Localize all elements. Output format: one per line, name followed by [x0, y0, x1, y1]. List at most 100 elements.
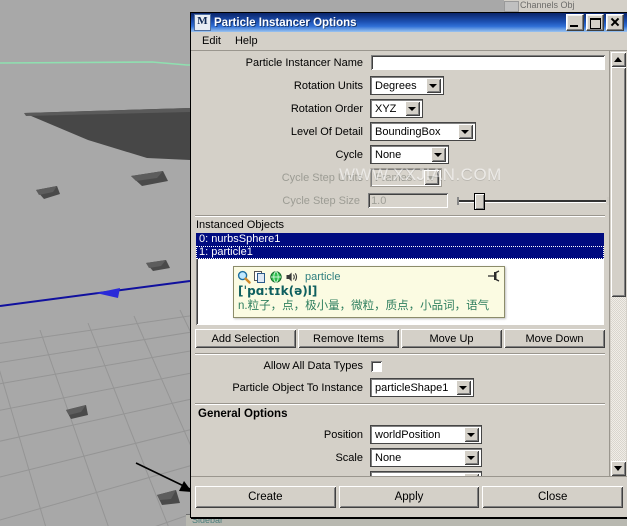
label-allow-all-data-types: Allow All Data Types — [263, 360, 363, 372]
row-rotation-units: Rotation Units Degrees — [191, 74, 609, 97]
separator — [195, 353, 605, 354]
instanced-objects-label: Instanced Objects — [196, 219, 285, 231]
add-selection-button[interactable]: Add Selection — [195, 329, 296, 348]
chevron-down-icon[interactable] — [456, 380, 471, 395]
chevron-down-icon[interactable] — [426, 78, 441, 93]
position-dropdown[interactable]: worldPosition — [370, 425, 482, 444]
cycle-step-units-value: Frames — [375, 171, 413, 184]
scroll-down-button[interactable] — [611, 461, 626, 476]
level-of-detail-dropdown[interactable]: BoundingBox — [370, 122, 476, 141]
label-cycle-step-size: Cycle Step Size — [282, 194, 361, 207]
position-value: worldPosition — [375, 428, 441, 441]
separator — [195, 403, 605, 404]
maximize-button[interactable] — [586, 14, 604, 31]
chevron-down-icon[interactable] — [431, 147, 446, 162]
allow-all-data-types-checkbox[interactable] — [370, 359, 383, 373]
move-down-button[interactable]: Move Down — [504, 329, 605, 348]
move-up-button[interactable]: Move Up — [401, 329, 502, 348]
scale-dropdown[interactable]: None — [370, 448, 482, 467]
particle-object-to-instance-dropdown[interactable]: particleShape1 — [370, 378, 474, 397]
copy-icon[interactable] — [253, 270, 267, 284]
dictionary-phonetic: [ˈpɑːtɪk(ə)l] — [238, 284, 318, 298]
menu-help[interactable]: Help — [228, 34, 265, 48]
remove-items-button[interactable]: Remove Items — [298, 329, 399, 348]
scrollbar-thumb[interactable] — [611, 67, 626, 297]
rotation-units-dropdown[interactable]: Degrees — [370, 76, 444, 95]
screen: Channels Obj Sidebar M Particle Instance… — [0, 0, 627, 526]
pin-icon[interactable] — [487, 270, 500, 282]
dialog-title: Particle Instancer Options — [214, 16, 357, 29]
particle-instancer-options-dialog: M Particle Instancer Options Edit Help P… — [190, 12, 627, 518]
row-level-of-detail: Level Of Detail BoundingBox — [191, 120, 609, 143]
rotation-units-value: Degrees — [375, 79, 417, 92]
level-of-detail-value: BoundingBox — [375, 125, 441, 138]
label-position: Position — [323, 428, 363, 441]
window-controls — [566, 14, 625, 31]
row-cycle-step-units: Cycle Step Units Frames — [191, 166, 609, 189]
row-allow-all-data-types: Allow All Data Types — [191, 356, 609, 376]
dictionary-popup-header: particle — [237, 269, 501, 284]
row-cycle-step-size: Cycle Step Size 1.0 — [191, 189, 609, 212]
row-rotation-order: Rotation Order XYZ — [191, 97, 609, 120]
cycle-step-units-dropdown: Frames — [370, 168, 442, 187]
dictionary-popup[interactable]: particle [ˈpɑːtɪk(ə)l] n.粒子，点，极小量，微粒，质点，… — [233, 266, 505, 318]
globe-icon[interactable] — [269, 270, 283, 284]
dialog-menubar: Edit Help — [191, 32, 627, 51]
cycle-step-size-input: 1.0 — [367, 192, 449, 209]
row-particle-object-to-instance: Particle Object To Instance particleShap… — [191, 376, 609, 399]
list-action-buttons: Add Selection Remove Items Move Up Move … — [195, 329, 605, 348]
chevron-down-icon[interactable] — [464, 450, 479, 465]
top-panel-label: Channels Obj — [520, 0, 575, 10]
label-cycle-step-units: Cycle Step Units — [281, 171, 363, 184]
label-cycle: Cycle — [335, 148, 363, 161]
close-icon[interactable] — [606, 14, 624, 31]
cycle-step-size-slider — [456, 191, 609, 210]
particle-object-to-instance-value: particleShape1 — [375, 381, 449, 394]
minimize-button[interactable] — [566, 14, 584, 31]
chevron-down-icon[interactable] — [405, 101, 420, 116]
dialog-scroll-content: Particle Instancer Name Rotation Units D… — [191, 51, 609, 477]
dialog-footer: Create Apply Close — [191, 476, 627, 517]
slider-min-tick — [456, 197, 459, 205]
scrollbar-track[interactable] — [611, 67, 626, 461]
dialog-scrollbar[interactable] — [609, 51, 627, 477]
rotation-order-value: XYZ — [375, 102, 397, 115]
dictionary-word: particle — [305, 270, 341, 283]
dialog-titlebar[interactable]: M Particle Instancer Options — [191, 13, 627, 32]
row-position: Position worldPosition — [191, 423, 609, 446]
list-item[interactable]: 0: nurbsSphere1 — [196, 233, 604, 246]
label-particle-object-to-instance: Particle Object To Instance — [232, 381, 363, 394]
rotation-order-dropdown[interactable]: XYZ — [370, 99, 423, 118]
label-level-of-detail: Level Of Detail — [290, 125, 363, 138]
magnifier-icon[interactable] — [237, 270, 251, 284]
panel-tab-box — [504, 1, 519, 12]
scroll-up-button[interactable] — [611, 52, 626, 67]
dictionary-definition: n.粒子，点，极小量，微粒，质点，小品词，语气 — [238, 300, 490, 312]
label-rotation-order: Rotation Order — [290, 102, 363, 115]
slider-thumb — [473, 193, 485, 210]
separator — [195, 215, 605, 216]
row-scale: Scale None — [191, 446, 609, 469]
speaker-icon[interactable] — [285, 270, 299, 284]
row-cycle: Cycle None — [191, 143, 609, 166]
apply-button[interactable]: Apply — [338, 486, 480, 508]
scale-value: None — [375, 451, 402, 464]
cycle-dropdown[interactable]: None — [370, 145, 449, 164]
label-scale: Scale — [335, 451, 363, 464]
general-options-title: General Options — [198, 408, 288, 420]
row-particle-instancer-name: Particle Instancer Name — [191, 51, 609, 74]
chevron-down-icon — [424, 170, 439, 185]
maya-app-icon: M — [194, 14, 211, 31]
chevron-down-icon[interactable] — [464, 427, 479, 442]
instanced-objects-list[interactable]: 0: nurbsSphere1 1: particle1 particle [ˈ… — [195, 232, 605, 326]
cycle-value: None — [375, 148, 402, 161]
create-button[interactable]: Create — [195, 486, 336, 508]
chevron-down-icon[interactable] — [458, 124, 473, 139]
label-rotation-units: Rotation Units — [293, 79, 363, 92]
particle-instancer-name-input[interactable] — [370, 54, 606, 71]
close-button[interactable]: Close — [482, 486, 624, 508]
dialog-body: Particle Instancer Name Rotation Units D… — [191, 51, 627, 477]
menu-edit[interactable]: Edit — [195, 34, 228, 48]
label-particle-instancer-name: Particle Instancer Name — [245, 56, 363, 69]
list-item[interactable]: 1: particle1 — [196, 246, 604, 259]
